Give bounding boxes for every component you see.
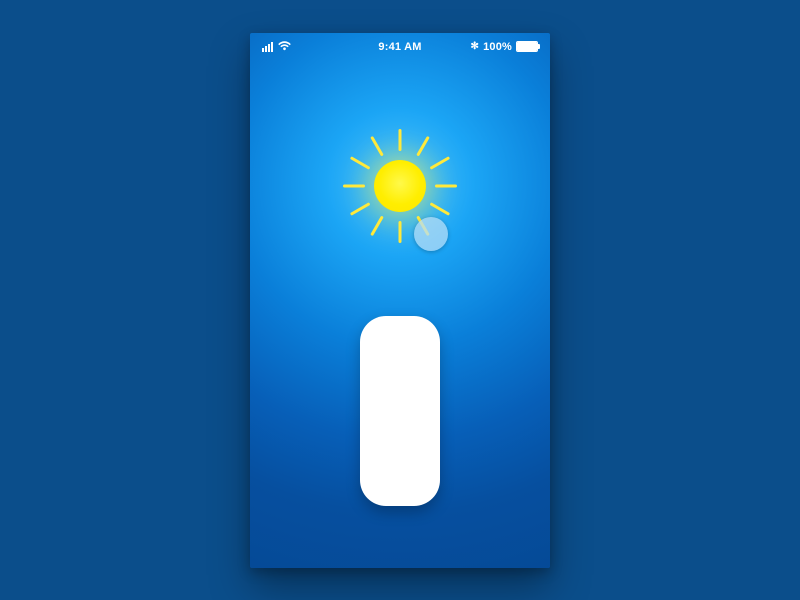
status-right: ✻ 100%	[470, 41, 538, 53]
sun-ray	[430, 202, 451, 216]
phone-screen: 9:41 AM ✻ 100%	[250, 33, 550, 568]
sun-ray	[350, 202, 371, 216]
sun-ray	[399, 221, 402, 243]
status-bar: 9:41 AM ✻ 100%	[250, 41, 550, 57]
sun-ray	[416, 135, 430, 156]
bluetooth-icon: ✻	[470, 41, 479, 52]
battery-percent: 100%	[483, 41, 512, 53]
sun-ray	[350, 156, 371, 170]
battery-icon	[516, 41, 538, 52]
sun-icon	[330, 116, 470, 256]
sun-ray	[430, 156, 451, 170]
sun-ray	[343, 184, 365, 187]
sun-ray	[370, 135, 384, 156]
brightness-slider[interactable]	[360, 316, 440, 506]
sun-ray	[435, 184, 457, 187]
sun-ray	[370, 215, 384, 236]
sun-ray	[399, 129, 402, 151]
sun-core	[374, 160, 426, 212]
touch-indicator	[414, 217, 448, 251]
